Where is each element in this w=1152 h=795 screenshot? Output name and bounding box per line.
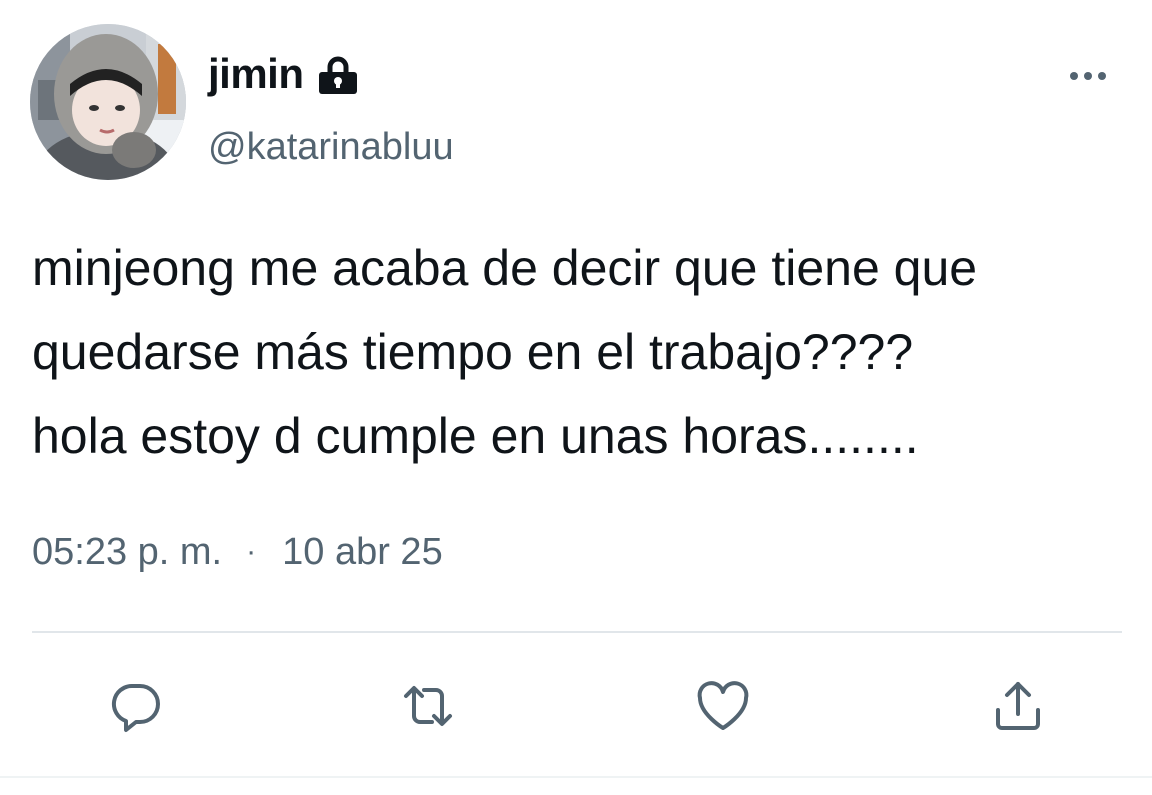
heart-icon — [697, 681, 749, 730]
retweet-icon — [404, 686, 452, 726]
share-icon — [996, 682, 1040, 730]
share-button[interactable] — [988, 676, 1048, 736]
display-name[interactable]: jimin — [208, 46, 304, 102]
tweet-date: 10 abr 25 — [282, 531, 443, 573]
tweet-timestamp[interactable]: 05:23 p. m. · 10 abr 25 — [32, 524, 443, 580]
more-options-icon — [1070, 72, 1106, 80]
tweet-time: 05:23 p. m. — [32, 531, 223, 573]
avatar[interactable] — [30, 24, 186, 180]
retweet-button[interactable] — [398, 676, 458, 736]
like-button[interactable] — [693, 676, 753, 736]
bottom-divider — [0, 776, 1152, 778]
lock-icon — [318, 56, 357, 94]
meta-separator: · — [246, 535, 257, 568]
tweet-text: minjeong me acaba de decir que tiene que… — [32, 240, 978, 464]
user-handle[interactable]: @katarinabluu — [208, 122, 454, 172]
more-options-button[interactable] — [1064, 56, 1112, 96]
divider — [32, 631, 1122, 633]
user-name-row: jimin — [208, 46, 360, 102]
avatar-photo — [30, 24, 186, 180]
reply-icon — [111, 683, 160, 732]
reply-button[interactable] — [106, 676, 166, 736]
